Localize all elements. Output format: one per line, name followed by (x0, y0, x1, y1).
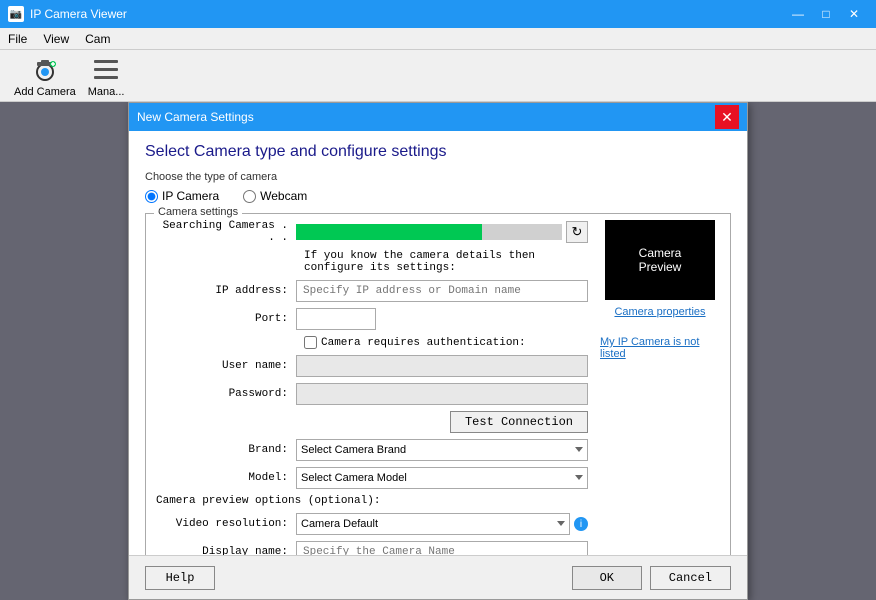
model-select[interactable]: Select Camera Model (296, 467, 588, 489)
dialog-close-button[interactable]: ✕ (715, 105, 739, 129)
menu-view[interactable]: View (35, 30, 77, 48)
choose-type-label: Choose the type of camera (145, 171, 731, 183)
camera-type-radio-group: IP Camera Webcam (145, 189, 731, 203)
password-label: Password: (156, 388, 296, 400)
search-refresh-button[interactable]: ↻ (566, 221, 588, 243)
camera-settings-fieldset: Camera settings Searching Cameras . . . (145, 213, 731, 555)
password-input[interactable] (296, 383, 588, 405)
video-res-select[interactable]: Camera Default (296, 513, 570, 535)
new-camera-dialog: New Camera Settings ✕ Select Camera type… (128, 102, 748, 600)
radio-webcam[interactable]: Webcam (243, 189, 307, 203)
ip-address-input[interactable] (296, 280, 588, 302)
settings-right-col: CameraPreview Camera properties My IP Ca… (600, 220, 720, 555)
display-name-row: Display name: (156, 541, 588, 555)
radio-webcam-input[interactable] (243, 190, 256, 203)
dialog-title: New Camera Settings (137, 110, 715, 124)
minimize-button[interactable]: — (784, 0, 812, 28)
add-camera-label: Add Camera (14, 86, 76, 98)
dialog-main-title: Select Camera type and configure setting… (145, 143, 731, 161)
username-row: User name: (156, 355, 588, 377)
add-camera-button[interactable]: Add Camera (8, 50, 82, 102)
options-label: Camera preview options (optional): (156, 495, 588, 507)
ip-address-row: IP address: (156, 280, 588, 302)
cancel-button[interactable]: Cancel (650, 566, 731, 590)
video-res-label: Video resolution: (156, 518, 296, 530)
app-close-button[interactable]: ✕ (840, 0, 868, 28)
test-btn-row: Test Connection (156, 411, 588, 433)
app-icon: 📷 (8, 6, 24, 22)
camera-settings-legend: Camera settings (154, 206, 242, 218)
radio-webcam-label: Webcam (260, 189, 307, 203)
port-row: Port: 80 (156, 308, 588, 330)
camera-preview: CameraPreview (605, 220, 715, 300)
test-connection-button[interactable]: Test Connection (450, 411, 588, 433)
app-title: IP Camera Viewer (30, 7, 784, 21)
username-label: User name: (156, 360, 296, 372)
dialog-footer: Help OK Cancel (129, 555, 747, 599)
search-bar-bg (296, 224, 562, 240)
toolbar: Add Camera Mana... (0, 50, 876, 102)
title-bar-controls: — □ ✕ (784, 0, 868, 28)
brand-row: Brand: Select Camera Brand (156, 439, 588, 461)
camera-properties-link[interactable]: Camera properties (614, 306, 705, 318)
help-button[interactable]: Help (145, 566, 215, 590)
add-camera-icon (29, 54, 61, 86)
camera-preview-text: CameraPreview (639, 246, 682, 274)
manage-button[interactable]: Mana... (82, 50, 131, 102)
menu-bar: File View Cam (0, 28, 876, 50)
search-bar-fill (296, 224, 482, 240)
settings-two-col: Searching Cameras . . . ↻ If you know th… (156, 220, 720, 555)
app-window: 📷 IP Camera Viewer — □ ✕ File View Cam (0, 0, 876, 600)
brand-select[interactable]: Select Camera Brand (296, 439, 588, 461)
radio-ip-camera[interactable]: IP Camera (145, 189, 219, 203)
info-text: If you know the camera details then conf… (304, 250, 588, 274)
video-res-row: Video resolution: Camera Default i (156, 513, 588, 535)
port-input[interactable]: 80 (296, 308, 376, 330)
search-row: Searching Cameras . . . ↻ (156, 220, 588, 244)
search-bar-container: ↻ (296, 222, 588, 242)
username-input[interactable] (296, 355, 588, 377)
ok-button[interactable]: OK (572, 566, 642, 590)
port-label: Port: (156, 313, 296, 325)
brand-label: Brand: (156, 444, 296, 456)
main-area: New Camera Settings ✕ Select Camera type… (0, 102, 876, 600)
searching-label: Searching Cameras . . . (156, 220, 296, 244)
auth-checkbox-row: Camera requires authentication: (304, 336, 588, 349)
settings-left-col: Searching Cameras . . . ↻ If you know th… (156, 220, 588, 555)
maximize-button[interactable]: □ (812, 0, 840, 28)
display-name-input[interactable] (296, 541, 588, 555)
camera-not-listed-link[interactable]: My IP Camera is not listed (600, 336, 720, 360)
video-res-info-icon[interactable]: i (574, 517, 588, 531)
ip-address-label: IP address: (156, 285, 296, 297)
auth-checkbox-label: Camera requires authentication: (321, 337, 526, 349)
password-row: Password: (156, 383, 588, 405)
radio-ip-label: IP Camera (162, 189, 219, 203)
footer-right: OK Cancel (572, 566, 731, 590)
model-label: Model: (156, 472, 296, 484)
manage-icon (90, 54, 122, 86)
manage-label: Mana... (88, 86, 125, 98)
app-title-bar: 📷 IP Camera Viewer — □ ✕ (0, 0, 876, 28)
dialog-content: Select Camera type and configure setting… (129, 131, 747, 555)
footer-left: Help (145, 566, 215, 590)
model-row: Model: Select Camera Model (156, 467, 588, 489)
display-name-label: Display name: (156, 546, 296, 555)
menu-file[interactable]: File (0, 30, 35, 48)
radio-ip-input[interactable] (145, 190, 158, 203)
auth-checkbox[interactable] (304, 336, 317, 349)
dialog-title-bar: New Camera Settings ✕ (129, 103, 747, 131)
menu-cam[interactable]: Cam (77, 30, 118, 48)
